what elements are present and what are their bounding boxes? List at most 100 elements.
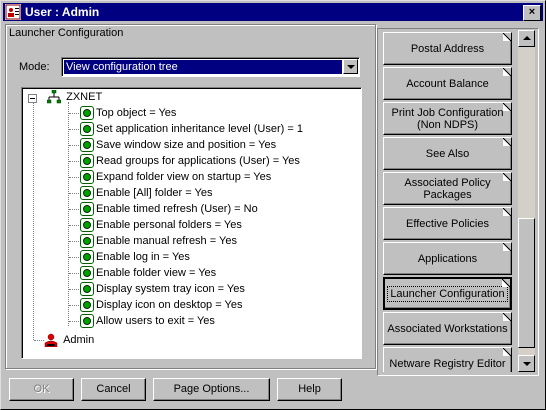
tree-setting-row[interactable]: Enable personal folders = Yes	[80, 217, 242, 233]
arrow-down-icon	[523, 362, 531, 366]
tab-label: Launcher Configuration	[387, 285, 508, 302]
tab-launcher-configuration[interactable]: Launcher Configuration	[383, 277, 512, 310]
page-corner-icon	[503, 103, 511, 111]
tree-connector	[68, 102, 69, 326]
tree-setting-label: Set application inheritance level (User)…	[96, 123, 303, 135]
tree-setting-label: Enable timed refresh (User) = No	[96, 203, 258, 215]
tab-label: Associated Policy Packages	[404, 176, 491, 201]
tree-setting-row[interactable]: Display icon on desktop = Yes	[80, 297, 242, 313]
tab-label: Account Balance	[406, 77, 489, 90]
tree-connector	[69, 225, 79, 226]
tree-setting-row[interactable]: Enable [All] folder = Yes	[80, 185, 213, 201]
cancel-button[interactable]: Cancel	[81, 378, 146, 401]
tab-associated-policy-packages[interactable]: Associated Policy Packages	[383, 172, 512, 205]
tree-setting-label: Enable personal folders = Yes	[96, 219, 242, 231]
setting-gear-icon	[80, 106, 94, 120]
page-options-button[interactable]: Page Options...	[153, 378, 270, 401]
tree-connector	[69, 257, 79, 258]
tab-associated-workstations[interactable]: Associated Workstations	[383, 312, 512, 345]
tree-setting-label: Enable manual refresh = Yes	[96, 235, 237, 247]
setting-gear-icon	[80, 266, 94, 280]
tree-connector	[69, 241, 79, 242]
tree-setting-label: Display system tray icon = Yes	[96, 283, 245, 295]
tree-setting-row[interactable]: Set application inheritance level (User)…	[80, 121, 303, 137]
network-tree-icon	[46, 89, 62, 104]
tab-account-balance[interactable]: Account Balance	[383, 67, 512, 100]
page-corner-icon	[503, 138, 511, 146]
tab-label: Netware Registry Editor	[389, 357, 506, 370]
chevron-down-icon	[347, 65, 355, 69]
page-corner-icon	[503, 173, 511, 181]
close-button[interactable]: ×	[523, 5, 541, 21]
tree-setting-label: Allow users to exit = Yes	[96, 315, 215, 327]
tree-connector	[69, 145, 79, 146]
page-corner-icon	[503, 33, 511, 41]
tree-setting-label: Read groups for applications (User) = Ye…	[96, 155, 300, 167]
setting-gear-icon	[80, 202, 94, 216]
tab-postal-address[interactable]: Postal Address	[383, 32, 512, 65]
tree-setting-row[interactable]: Expand folder view on startup = Yes	[80, 169, 271, 185]
tab-print-job-configuration-non-ndps[interactable]: Print Job Configuration (Non NDPS)	[383, 102, 512, 135]
collapse-icon[interactable]	[28, 94, 37, 103]
tree-setting-row[interactable]: Save window size and position = Yes	[80, 137, 276, 153]
page-corner-icon	[502, 279, 510, 287]
tree-connector	[69, 305, 79, 306]
tree-setting-row[interactable]: Enable manual refresh = Yes	[80, 233, 237, 249]
ok-button[interactable]: OK	[9, 378, 74, 401]
tree-user-label: Admin	[63, 334, 95, 346]
tab-netware-registry-editor[interactable]: Netware Registry Editor	[383, 347, 512, 372]
tree-setting-row[interactable]: Top object = Yes	[80, 105, 176, 121]
tab-label: Associated Workstations	[387, 322, 508, 335]
window: User : Admin × Launcher Configuration Mo…	[0, 0, 546, 410]
tree-connector	[69, 113, 79, 114]
title-bar[interactable]: User : Admin ×	[3, 3, 543, 21]
tree-connector	[33, 102, 34, 340]
setting-gear-icon	[80, 138, 94, 152]
page-corner-icon	[503, 68, 511, 76]
page-corner-icon	[503, 348, 511, 356]
arrow-up-icon	[523, 36, 531, 40]
tree-setting-row[interactable]: Display system tray icon = Yes	[80, 281, 245, 297]
tab-label: Applications	[417, 252, 478, 265]
tab-label: Postal Address	[410, 42, 485, 55]
tree-connector	[69, 321, 79, 322]
close-icon: ×	[528, 6, 536, 18]
configuration-tree[interactable]: ZXNET Top object = Yes Set application in…	[21, 87, 362, 359]
tree-setting-row[interactable]: Enable folder view = Yes	[80, 265, 216, 281]
tree-connector	[69, 273, 79, 274]
mode-dropdown[interactable]: View configuration tree	[61, 57, 360, 77]
group-label: Launcher Configuration	[9, 27, 124, 39]
page-corner-icon	[503, 208, 511, 216]
tree-setting-label: Enable folder view = Yes	[96, 267, 217, 279]
tree-setting-label: Enable log in = Yes	[96, 251, 190, 263]
dropdown-arrow-button[interactable]	[343, 59, 358, 74]
setting-gear-icon	[80, 122, 94, 136]
tree-connector	[34, 340, 44, 341]
tab-applications[interactable]: Applications	[383, 242, 512, 275]
tree-connector	[69, 289, 79, 290]
scroll-down-button[interactable]	[518, 355, 535, 372]
tree-root-row[interactable]: ZXNET	[22, 89, 102, 105]
help-button[interactable]: Help	[277, 378, 342, 401]
tree-user-row[interactable]: Admin	[44, 332, 94, 348]
tree-setting-row[interactable]: Enable timed refresh (User) = No	[80, 201, 258, 217]
setting-gear-icon	[80, 234, 94, 248]
setting-gear-icon	[80, 170, 94, 184]
tab-see-also[interactable]: See Also	[383, 137, 512, 170]
tab-effective-policies[interactable]: Effective Policies	[383, 207, 512, 240]
setting-gear-icon	[80, 186, 94, 200]
tree-setting-row[interactable]: Read groups for applications (User) = Ye…	[80, 153, 300, 169]
scroll-up-button[interactable]	[518, 30, 535, 47]
tree-connector	[69, 177, 79, 178]
tree-setting-row[interactable]: Allow users to exit = Yes	[80, 313, 215, 329]
tree-setting-label: Expand folder view on startup = Yes	[96, 171, 272, 183]
window-title: User : Admin	[25, 5, 100, 19]
tabs-scrollbar[interactable]	[518, 30, 535, 372]
tree-setting-row[interactable]: Enable log in = Yes	[80, 249, 190, 265]
setting-gear-icon	[80, 282, 94, 296]
scrollbar-thumb[interactable]	[518, 218, 535, 348]
tab-label: See Also	[425, 147, 470, 160]
tree-root-label: ZXNET	[66, 91, 103, 103]
page-corner-icon	[503, 313, 511, 321]
setting-gear-icon	[80, 314, 94, 328]
